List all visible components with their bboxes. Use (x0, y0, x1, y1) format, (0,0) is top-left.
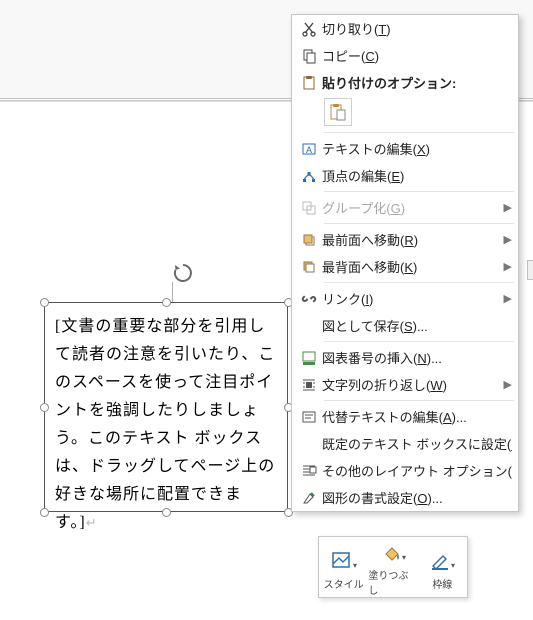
menu-more-layout[interactable]: その他のレイアウト オプション(L)... (292, 457, 518, 484)
menu-edit-points[interactable]: 頂点の編集(E) (292, 162, 518, 189)
menu-edit-points-label: 頂点の編集(E) (322, 166, 512, 185)
style-icon: ▾ (331, 548, 357, 574)
menu-format-shape[interactable]: 図形の書式設定(O)... (292, 484, 518, 511)
menu-set-default-textbox-label: 既定のテキスト ボックスに設定(D) (322, 434, 512, 453)
menu-paste-header-label: 貼り付けのオプション: (322, 73, 512, 92)
selected-textbox[interactable]: [文書の重要な部分を引用して読者の注意を引いたり、このスペースを使って注目ポイン… (44, 302, 288, 512)
menu-format-shape-label: 図形の書式設定(O)... (322, 488, 512, 507)
paragraph-mark: ↵ (86, 515, 98, 530)
svg-text:▾: ▾ (451, 561, 455, 570)
edit-text-icon: A (296, 141, 322, 157)
alt-text-icon (296, 409, 322, 425)
textbox-content: [文書の重要な部分を引用して読者の注意を引いたり、このスペースを使って注目ポイン… (55, 318, 275, 531)
menu-edit-text[interactable]: A テキストの編集(X) (292, 135, 518, 162)
menu-paste-header: 貼り付けのオプション: (292, 69, 518, 96)
outline-icon: ▾ (429, 548, 455, 574)
menu-insert-caption[interactable]: 図表番号の挿入(N)... (292, 344, 518, 371)
bring-front-icon (296, 232, 322, 248)
chevron-right-icon: ▶ (498, 233, 512, 246)
menu-copy-label: コピー(C) (322, 46, 512, 65)
menu-separator (324, 400, 514, 401)
context-menu: 切り取り(T) コピー(C) 貼り付けのオプション: A テキストの編集(X) … (291, 14, 519, 512)
paste-option-keep-source[interactable] (324, 98, 352, 126)
style-label: スタイル (324, 576, 364, 591)
fill-label: 塗りつぶし (368, 567, 417, 597)
outline-button[interactable]: ▾ 枠線 (418, 537, 467, 597)
menu-insert-caption-label: 図表番号の挿入(N)... (322, 348, 512, 367)
resize-handle-bc[interactable] (162, 508, 171, 517)
menu-save-as-picture-label: 図として保存(S)... (322, 316, 512, 335)
menu-more-layout-label: その他のレイアウト オプション(L)... (322, 461, 512, 480)
svg-text:A: A (306, 145, 312, 155)
menu-text-wrap[interactable]: 文字列の折り返し(W) ▶ (292, 371, 518, 398)
edit-points-icon (296, 168, 322, 184)
menu-bring-front[interactable]: 最前面へ移動(R) ▶ (292, 226, 518, 253)
menu-save-as-picture[interactable]: 図として保存(S)... (292, 312, 518, 339)
style-button[interactable]: ▾ スタイル (319, 537, 368, 597)
menu-link-label: リンク(I) (322, 289, 498, 308)
chevron-right-icon: ▶ (498, 378, 512, 391)
rotate-handle[interactable] (172, 262, 194, 284)
menu-separator (324, 223, 514, 224)
svg-text:▾: ▾ (353, 561, 357, 570)
rotate-connector (172, 282, 173, 302)
menu-separator (324, 191, 514, 192)
menu-alt-text-label: 代替テキストの編集(A)... (322, 407, 512, 426)
group-icon (296, 200, 322, 216)
mini-toolbar: ▾ スタイル ▾ 塗りつぶし ▾ 枠線 (318, 536, 468, 598)
resize-handle-bl[interactable] (40, 508, 49, 517)
chevron-right-icon: ▶ (498, 260, 512, 273)
svg-text:▾: ▾ (402, 553, 406, 562)
format-shape-icon (296, 490, 322, 506)
menu-alt-text[interactable]: 代替テキストの編集(A)... (292, 403, 518, 430)
fill-button[interactable]: ▾ 塗りつぶし (368, 537, 417, 597)
layout-icon (296, 463, 322, 479)
menu-set-default-textbox[interactable]: 既定のテキスト ボックスに設定(D) (292, 430, 518, 457)
resize-handle-ml[interactable] (40, 403, 49, 412)
menu-group: グループ化(G) ▶ (292, 194, 518, 221)
menu-link[interactable]: リンク(I) ▶ (292, 285, 518, 312)
paste-icon (296, 75, 322, 91)
text-wrap-icon (296, 377, 322, 393)
copy-icon (296, 48, 322, 64)
chevron-right-icon: ▶ (498, 292, 512, 305)
send-back-icon (296, 259, 322, 275)
resize-handle-tc[interactable] (162, 298, 171, 307)
menu-cut[interactable]: 切り取り(T) (292, 15, 518, 42)
chevron-right-icon: ▶ (498, 201, 512, 214)
clipboard-icon (329, 103, 347, 121)
menu-bring-front-label: 最前面へ移動(R) (322, 230, 498, 249)
right-panel-edge (527, 260, 533, 280)
menu-send-back[interactable]: 最背面へ移動(K) ▶ (292, 253, 518, 280)
menu-edit-text-label: テキストの編集(X) (322, 139, 512, 158)
menu-separator (324, 282, 514, 283)
menu-cut-label: 切り取り(T) (322, 19, 512, 38)
menu-separator (324, 341, 514, 342)
link-icon (296, 291, 322, 307)
resize-handle-tl[interactable] (40, 298, 49, 307)
menu-text-wrap-label: 文字列の折り返し(W) (322, 375, 498, 394)
menu-send-back-label: 最背面へ移動(K) (322, 257, 498, 276)
fill-icon: ▾ (380, 541, 406, 565)
menu-group-label: グループ化(G) (322, 198, 498, 217)
menu-copy[interactable]: コピー(C) (292, 42, 518, 69)
menu-separator (324, 132, 514, 133)
caption-icon (296, 350, 322, 366)
cut-icon (296, 21, 322, 37)
outline-label: 枠線 (432, 576, 452, 591)
